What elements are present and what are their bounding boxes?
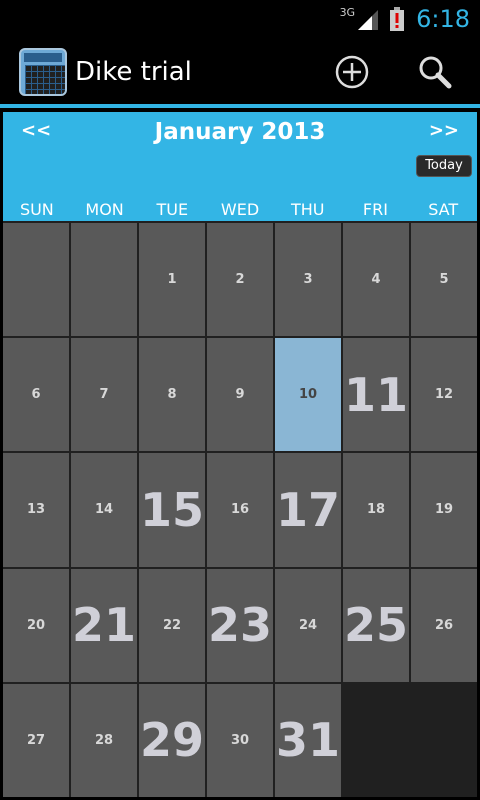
weekday-mon: MON: [85, 200, 124, 219]
day-cell-8[interactable]: 8: [139, 338, 205, 452]
weekday-sun: SUN: [19, 200, 54, 219]
calendar: << January 2013 >> Today SUN MON TUE WED…: [3, 112, 477, 797]
day-cell-7[interactable]: 7: [71, 338, 137, 452]
weekday-sat: SAT: [428, 200, 459, 219]
day-cell-31[interactable]: 31: [275, 683, 341, 797]
day-cell-1[interactable]: 1: [139, 223, 205, 337]
day-cell-30[interactable]: 30: [207, 683, 273, 797]
weekday-wed: WED: [220, 200, 260, 219]
day-cell-10[interactable]: 10: [275, 338, 341, 452]
next-month-button[interactable]: >>: [429, 120, 459, 141]
search-icon: [419, 56, 452, 89]
day-cell-26[interactable]: 26: [411, 568, 477, 682]
day-cell-2[interactable]: 2: [207, 223, 273, 337]
app-title: Dike trial: [75, 57, 192, 87]
day-cell-3[interactable]: 3: [275, 223, 341, 337]
weekday-thu: THU: [290, 200, 325, 219]
day-cell-14[interactable]: 14: [71, 453, 137, 567]
day-cell-9[interactable]: 9: [207, 338, 273, 452]
today-button[interactable]: Today: [416, 155, 472, 177]
grid-filler: [343, 683, 477, 797]
day-cell-19[interactable]: 19: [411, 453, 477, 567]
add-icon: [335, 55, 369, 89]
day-cell-empty: [71, 223, 137, 337]
day-cell-15[interactable]: 15: [139, 453, 205, 567]
status-bar: 3G 6:18: [0, 0, 480, 38]
month-title: January 2013: [154, 119, 326, 145]
day-cell-28[interactable]: 28: [71, 683, 137, 797]
day-cell-17[interactable]: 17: [275, 453, 341, 567]
add-button[interactable]: [327, 47, 377, 97]
weekday-tue: TUE: [156, 200, 189, 219]
network-type: 3G: [339, 5, 356, 19]
signal-icon: [358, 10, 379, 30]
calendar-app-icon[interactable]: [19, 48, 67, 96]
action-bar: Dike trial: [0, 38, 480, 106]
day-cell-empty: [3, 223, 69, 337]
day-cell-20[interactable]: 20: [3, 568, 69, 682]
day-cell-21[interactable]: 21: [71, 568, 137, 682]
day-cell-27[interactable]: 27: [3, 683, 69, 797]
search-button[interactable]: [410, 47, 460, 97]
day-cell-29[interactable]: 29: [139, 683, 205, 797]
day-cell-25[interactable]: 25: [343, 568, 409, 682]
day-cell-16[interactable]: 16: [207, 453, 273, 567]
day-cell-24[interactable]: 24: [275, 568, 341, 682]
day-cell-13[interactable]: 13: [3, 453, 69, 567]
day-cell-12[interactable]: 12: [411, 338, 477, 452]
day-cell-6[interactable]: 6: [3, 338, 69, 452]
day-grid: 1 2 3 4 5 6 7 8 9 10 11 12 13 14 15 16 17 18 19 20 21 22 23 24 2…: [3, 223, 477, 797]
battery-warning-icon: [390, 7, 405, 31]
day-cell-18[interactable]: 18: [343, 453, 409, 567]
day-cell-22[interactable]: 22: [139, 568, 205, 682]
day-cell-23[interactable]: 23: [207, 568, 273, 682]
action-bar-divider: [0, 104, 480, 108]
day-cell-4[interactable]: 4: [343, 223, 409, 337]
calendar-header: << January 2013 >> Today SUN MON TUE WED…: [3, 112, 477, 221]
day-cell-5[interactable]: 5: [411, 223, 477, 337]
status-clock: 6:18: [416, 5, 470, 33]
weekday-fri: FRI: [362, 200, 388, 219]
day-cell-11[interactable]: 11: [343, 338, 409, 452]
weekday-header: SUN MON TUE WED THU FRI SAT: [3, 200, 477, 221]
